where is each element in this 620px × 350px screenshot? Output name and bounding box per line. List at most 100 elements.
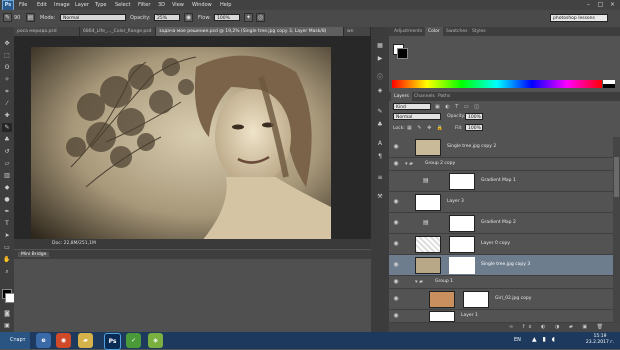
explorer-icon[interactable]: ▰ xyxy=(78,333,93,348)
history-brush-tool-icon[interactable]: ↺ xyxy=(2,147,12,156)
tab-layers[interactable]: Layers xyxy=(391,92,412,101)
layer-row[interactable]: ◉ ▤ Gradient Map 2 xyxy=(389,213,613,234)
hand-tool-icon[interactable]: ✋ xyxy=(2,255,12,264)
airbrush-icon[interactable]: ✦ xyxy=(244,13,253,22)
document-photo[interactable] xyxy=(31,47,331,242)
layer-name[interactable]: Single tree.jpg copy 2 xyxy=(447,144,496,149)
ie-icon[interactable]: e xyxy=(36,333,51,348)
maximize-icon[interactable]: □ xyxy=(596,1,605,8)
eye-icon[interactable]: ◉ xyxy=(392,240,400,248)
layer-row[interactable]: ◉ ▾ ▰ Group 2 copy xyxy=(389,158,613,171)
menu-window[interactable]: Window xyxy=(192,1,212,9)
flow-field[interactable]: 100% xyxy=(214,14,240,21)
tab-styles[interactable]: Styles xyxy=(469,27,489,36)
eye-icon[interactable]: ◉ xyxy=(392,261,400,269)
keyboard-language[interactable]: EN xyxy=(514,337,521,343)
menu-select[interactable]: Select xyxy=(115,1,130,9)
ramp-black[interactable] xyxy=(603,84,615,88)
clone-stamp-tool-icon[interactable]: ♣ xyxy=(2,135,12,144)
tab-channels[interactable]: Channels xyxy=(411,92,438,101)
brush-panel-icon[interactable]: ▤ xyxy=(26,13,35,22)
brush-size[interactable]: 90 xyxy=(14,15,20,21)
pressure-opacity-icon[interactable]: ◉ xyxy=(184,13,193,22)
brush-panel-icon[interactable]: ✎ xyxy=(375,107,385,116)
tool-presets-icon[interactable]: ⚒ xyxy=(375,192,385,201)
menu-layer[interactable]: Layer xyxy=(75,1,89,9)
minimize-icon[interactable]: – xyxy=(584,1,593,8)
canvas-area[interactable] xyxy=(14,36,371,249)
fill-field[interactable]: 100% xyxy=(465,124,483,131)
layer-name[interactable]: Girl_02.jpg copy xyxy=(495,296,531,301)
app-lime-icon[interactable]: ◈ xyxy=(148,333,163,348)
eye-icon[interactable]: ◉ xyxy=(392,219,400,227)
opacity-field[interactable]: 25% xyxy=(154,14,180,21)
actions-panel-icon[interactable]: ▶ xyxy=(375,54,385,63)
eye-icon[interactable]: ◉ xyxy=(392,278,400,286)
tab-document-1[interactable]: роса мерида.psd xyxy=(14,27,80,36)
eyedropper-tool-icon[interactable]: ⁄ xyxy=(2,99,12,108)
tab-document-2[interactable]: 6864_LIfe_..._Color_Range.psd xyxy=(80,27,156,36)
app-green-icon[interactable]: ✓ xyxy=(126,333,141,348)
move-tool-icon[interactable]: ✥ xyxy=(2,39,12,48)
screen-mode-icon[interactable]: ▣ xyxy=(2,321,12,330)
eye-icon[interactable]: ◉ xyxy=(392,312,400,320)
pressure-size-icon[interactable]: ◎ xyxy=(256,13,265,22)
layers-scrollbar[interactable] xyxy=(613,137,620,323)
layer-row[interactable]: ▤ Gradient Map 1 xyxy=(389,171,613,192)
menu-help[interactable]: Help xyxy=(220,1,231,9)
layer-filter-kind[interactable]: Kind xyxy=(393,103,431,110)
layer-name[interactable]: Group 2 copy xyxy=(425,161,455,166)
marquee-tool-icon[interactable]: ⬚ xyxy=(2,51,12,60)
menu-edit[interactable]: Edit xyxy=(37,1,47,9)
path-select-tool-icon[interactable]: ➤ xyxy=(2,231,12,240)
history-panel-icon[interactable]: ▦ xyxy=(375,41,385,50)
layer-footer-icons[interactable]: ∞ fx ◐ ◑ ▰ ▣ 🗑 xyxy=(509,324,607,330)
eye-icon[interactable] xyxy=(392,177,400,185)
eye-icon[interactable]: ◉ xyxy=(392,160,400,168)
healing-tool-icon[interactable]: ✚ xyxy=(2,111,12,120)
group-expand-icon[interactable]: ▾ ▰ xyxy=(415,279,423,285)
start-button[interactable]: Старт xyxy=(0,332,30,349)
layer-mask-thumbnail[interactable] xyxy=(449,173,475,190)
character-panel-icon[interactable]: A xyxy=(375,139,385,148)
blend-mode-select[interactable]: Normal xyxy=(393,113,441,120)
color-ramp[interactable] xyxy=(392,80,602,88)
lock-icons[interactable]: ▦ ✎ ✥ 🔒 xyxy=(407,125,445,131)
properties-panel-icon[interactable]: ≡ xyxy=(375,173,385,182)
color-bg-swatch[interactable] xyxy=(397,48,408,59)
photoshop-task-icon[interactable]: Ps xyxy=(104,333,121,350)
menu-filter[interactable]: Filter xyxy=(138,1,150,9)
layer-opacity-field[interactable]: 100% xyxy=(465,113,483,120)
layer-row-selected[interactable]: ◉ Single tree.jpg copy 3 xyxy=(389,255,613,276)
group-expand-icon[interactable]: ▾ ▰ xyxy=(405,161,413,167)
brush-tool-icon[interactable]: ✎ xyxy=(2,123,12,132)
info-panel-icon[interactable]: ⓘ xyxy=(375,73,385,82)
layer-mask-thumbnail[interactable] xyxy=(463,291,489,308)
doc-size-readout[interactable]: Doc: 22,8M/251,1M xyxy=(52,241,96,246)
brush-preset-icon[interactable]: ✎ xyxy=(3,13,12,22)
tab-swatches[interactable]: Swatches xyxy=(443,27,471,36)
menu-file[interactable]: File xyxy=(19,1,27,9)
pen-tool-icon[interactable]: ✒ xyxy=(2,207,12,216)
paragraph-panel-icon[interactable]: ¶ xyxy=(375,152,385,161)
layer-name[interactable]: Layer 0 copy xyxy=(481,241,510,246)
crop-tool-icon[interactable]: ⌗ xyxy=(2,87,12,96)
menu-image[interactable]: Image xyxy=(54,1,70,9)
type-tool-icon[interactable]: T xyxy=(2,219,12,228)
quick-select-tool-icon[interactable]: ✧ xyxy=(2,75,12,84)
tab-document-4[interactable]: wn xyxy=(344,27,371,36)
layer-filter-icons[interactable]: ▣ ◐ T ▭ ◫ xyxy=(435,104,481,110)
menu-type[interactable]: Type xyxy=(95,1,106,9)
layer-mask-thumbnail[interactable] xyxy=(449,257,475,274)
gradient-tool-icon[interactable]: ▥ xyxy=(2,171,12,180)
tab-color[interactable]: Color xyxy=(425,27,443,36)
layer-name[interactable]: Group 1 xyxy=(435,279,453,284)
tab-paths[interactable]: Paths xyxy=(435,92,453,101)
layer-row[interactable]: ◉ Single tree.jpg copy 2 xyxy=(389,137,613,158)
tab-document-active[interactable]: задача мое решение.psd @ 19,2% (Single t… xyxy=(156,27,344,36)
layer-name[interactable]: Gradient Map 2 xyxy=(481,220,516,225)
layer-row[interactable]: ◉ Girl_02.jpg copy xyxy=(389,289,613,310)
tray-icons[interactable]: ▲ ▮ ◖ xyxy=(532,336,557,343)
zoom-tool-icon[interactable]: ⌕ xyxy=(2,267,12,276)
eye-icon[interactable]: ◉ xyxy=(392,295,400,303)
